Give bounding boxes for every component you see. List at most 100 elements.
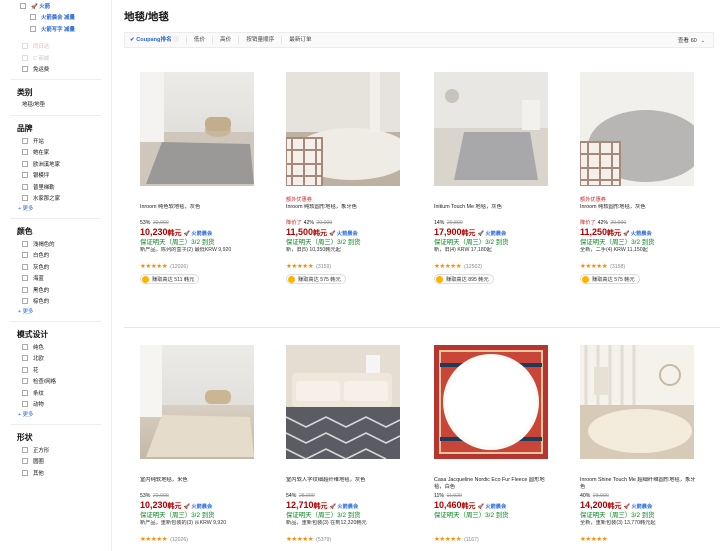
product-image[interactable] [434, 72, 548, 186]
product-card[interactable]: 额外优惠券 Inroom 纯软圆形地毯，灰色 降价了 42% 20,000 11,250… [580, 72, 698, 285]
sort-newest[interactable]: 最新订单 [281, 36, 318, 44]
brand-option[interactable]: 开站 [0, 135, 111, 147]
product-image[interactable] [580, 72, 694, 186]
checkbox[interactable] [22, 160, 28, 167]
product-card[interactable]: Inroom 纯色软地毯，灰色 53% 22,000 10,230韩元 🚀 火箭晨会保… [140, 72, 258, 285]
product-image[interactable] [580, 345, 694, 459]
color-option[interactable]: 浅褐色的 [0, 238, 111, 250]
product-card[interactable]: 室内纯软地毯，米色 53% 22,000 10,230韩元 🚀 火箭晨会 保证明天（周三… [140, 345, 258, 544]
checkbox[interactable] [22, 66, 28, 73]
filter-rocket-morning[interactable]: 火箭晨会 减量 [0, 12, 111, 24]
pattern-option[interactable]: 花 [0, 364, 111, 376]
category-current-link[interactable]: 地毯/地垫 [0, 99, 111, 111]
checkbox[interactable] [22, 378, 28, 385]
shape-option[interactable]: 圆圈 [0, 456, 111, 468]
other-sellers-info[interactable]: 新，旧(5) 10,350韩元起 [286, 247, 404, 263]
brand-option[interactable]: 欧洲溪地家 [0, 158, 111, 170]
product-name[interactable]: 室内软人字纹细超纤维地毯，灰色 [286, 477, 404, 493]
checkbox[interactable] [22, 43, 28, 50]
checkbox[interactable] [22, 286, 28, 293]
checkbox[interactable] [22, 183, 28, 190]
other-sellers-info[interactable]: 新品，重新包装(3) 在到12,320韩元 [286, 520, 404, 536]
filter-same-day[interactable]: 同日达 [0, 41, 111, 53]
brand-option[interactable]: 她在家 [0, 147, 111, 159]
product-name[interactable]: Inroom 纯软圆形地毯，象牙色 [286, 204, 404, 220]
other-sellers-info[interactable]: 新产品，陈列的盒子(2) 最低KRW 9,920 [140, 247, 258, 263]
checkbox[interactable] [30, 25, 36, 32]
product-name[interactable]: Inroom Shine Touch Me 超细纤维圆形地毯，象牙色 [580, 477, 698, 493]
color-option[interactable]: 棕色的 [0, 296, 111, 308]
pattern-option[interactable]: 动物 [0, 399, 111, 411]
checkbox[interactable] [30, 14, 36, 21]
other-sellers-info[interactable]: 新，旧(4) KRW 17,180起 [434, 247, 552, 263]
sort-low-price[interactable]: 低价 [185, 36, 212, 44]
checkbox[interactable] [22, 458, 28, 465]
sort-high-price[interactable]: 高价 [212, 36, 238, 44]
checkbox[interactable] [22, 240, 28, 247]
sort-coupang-rank[interactable]: ✔ Coupang排名 ⓘ [125, 36, 186, 44]
filter-free-shipping[interactable]: 免运费 [0, 64, 111, 76]
checkbox[interactable] [22, 401, 28, 408]
brand-more-link[interactable]: + 更多 [0, 204, 111, 214]
checkbox[interactable] [22, 389, 28, 396]
brand-option[interactable]: 水家那之家 [0, 193, 111, 205]
checkbox[interactable] [22, 355, 28, 362]
checkbox[interactable] [22, 137, 28, 144]
checkbox[interactable] [22, 54, 28, 61]
product-name[interactable]: Casa Jacqueline Nordic Eco Fur Fleece 圆形… [434, 477, 552, 493]
badge-spacer [434, 197, 552, 204]
product-card[interactable]: Casa Jacqueline Nordic Eco Fur Fleece 圆形… [434, 345, 552, 544]
checkbox[interactable] [22, 149, 28, 156]
checkbox[interactable] [22, 298, 28, 305]
product-name[interactable]: Inroom 纯软圆形地毯，灰色 [580, 204, 698, 220]
checkbox[interactable] [22, 195, 28, 202]
pattern-option[interactable]: 检查/网格 [0, 376, 111, 388]
info-icon[interactable]: ⓘ [173, 37, 179, 43]
brand-option[interactable]: 普里梯勒 [0, 181, 111, 193]
product-card[interactable]: 室内软人字纹细超纤维地毯，灰色 54% 28,000 12,710韩元 🚀 火箭晨会保… [286, 345, 404, 544]
pattern-option[interactable]: 纯色 [0, 341, 111, 353]
pattern-more-link[interactable]: + 更多 [0, 410, 111, 420]
color-more-link[interactable]: + 更多 [0, 307, 111, 317]
color-option[interactable]: 黑色的 [0, 284, 111, 296]
other-sellers-info[interactable]: 全新，重新包装(3) 13,770韩元起 [580, 520, 698, 536]
shape-option[interactable]: 正方形 [0, 444, 111, 456]
color-option[interactable]: 海蓝 [0, 273, 111, 285]
product-image[interactable] [286, 345, 400, 459]
product-card[interactable]: Initium Touch Me 地毯，灰色 14% 20,800 17,900韩元… [434, 72, 552, 285]
color-option[interactable]: 白色的 [0, 250, 111, 262]
checkbox[interactable] [20, 2, 26, 9]
checkbox[interactable] [22, 469, 28, 476]
checkbox[interactable] [22, 366, 28, 373]
product-name[interactable]: 室内纯软地毯，米色 [140, 477, 258, 493]
color-option[interactable]: 灰色的 [0, 261, 111, 273]
checkbox[interactable] [22, 263, 28, 270]
checkbox[interactable] [22, 275, 28, 282]
product-image[interactable] [286, 72, 400, 186]
brand-option[interactable]: 银模坪 [0, 170, 111, 182]
filter-rocket[interactable]: 🚀 火箭 [0, 0, 111, 12]
product-image[interactable] [140, 345, 254, 459]
sort-sales[interactable]: 按销量顺序 [238, 36, 281, 44]
product-name[interactable]: Initium Touch Me 地毯，灰色 [434, 204, 552, 220]
shape-option[interactable]: 其他 [0, 467, 111, 479]
filter-c-mall[interactable]: C 商城 [0, 52, 111, 64]
view-count-select[interactable]: 查看 60 ⌄ [678, 36, 713, 44]
checkbox[interactable] [22, 446, 28, 453]
product-card[interactable]: Inroom Shine Touch Me 超细纤维圆形地毯，象牙色 40% 23… [580, 345, 698, 544]
pattern-option[interactable]: 北欧 [0, 353, 111, 365]
other-sellers-info[interactable]: 新产品，重新包装的(3) 从KRW 9,920 [140, 520, 258, 536]
product-image[interactable] [434, 345, 548, 459]
checkbox[interactable] [22, 343, 28, 350]
filter-rocket-office[interactable]: 火箭写字 减量 [0, 23, 111, 35]
star-rating-icon: ★★★★★ [434, 263, 462, 270]
price-value: 10,230 [140, 500, 168, 510]
checkbox[interactable] [22, 252, 28, 259]
filter-label: 银模坪 [33, 173, 50, 180]
product-image[interactable] [140, 72, 254, 186]
product-name[interactable]: Inroom 纯色软地毯，灰色 [140, 204, 258, 220]
checkbox[interactable] [22, 172, 28, 179]
product-card[interactable]: 额外优惠券 Inroom 纯软圆形地毯，象牙色 降价了 42% 20,000 11,50… [286, 72, 404, 285]
other-sellers-info[interactable]: 全新，二手(4) KRW 11,150起 [580, 247, 698, 263]
pattern-option[interactable]: 条纹 [0, 387, 111, 399]
